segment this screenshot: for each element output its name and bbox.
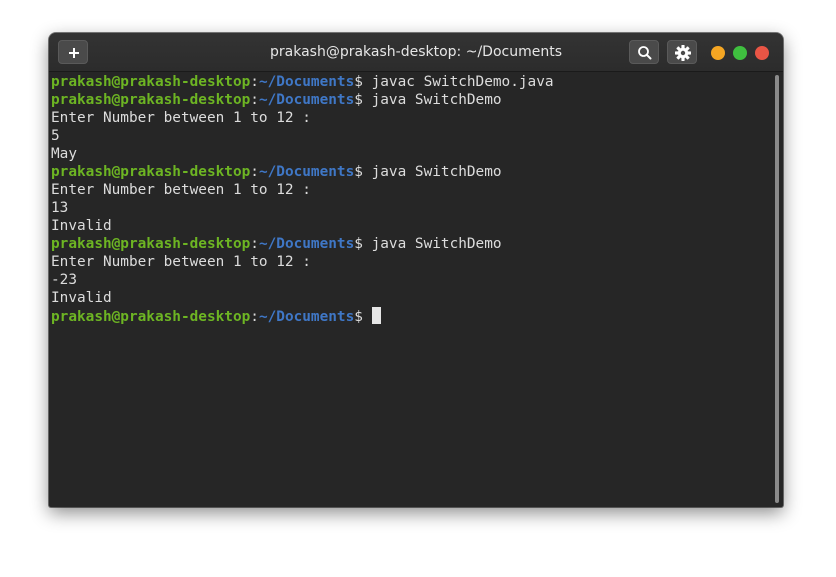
prompt-colon: : — [250, 236, 259, 252]
prompt-colon: : — [250, 309, 259, 325]
prompt-path: ~/Documents — [258, 309, 355, 325]
search-icon — [638, 46, 652, 60]
output-line: Invalid — [51, 290, 112, 306]
prompt-path: ~/Documents — [258, 164, 355, 180]
prompt-dollar: $ — [354, 236, 372, 252]
output-line: Enter Number between 1 to 12 : — [51, 182, 311, 198]
new-tab-button[interactable] — [58, 40, 88, 64]
prompt-dollar: $ — [354, 74, 372, 90]
gear-icon — [675, 45, 691, 61]
prompt-path: ~/Documents — [258, 236, 355, 252]
prompt-path: ~/Documents — [258, 92, 355, 108]
prompt-user: prakash@prakash-desktop — [51, 236, 251, 252]
plus-icon — [69, 48, 79, 58]
terminal-window: prakash@prakash-desktop: ~/Documents pra… — [49, 33, 783, 507]
command-text: java SwitchDemo — [371, 236, 502, 252]
prompt-line: prakash@prakash-desktop:~/Documents$ jav… — [51, 235, 771, 253]
text-cursor — [371, 307, 381, 324]
prompt-dollar: $ — [354, 92, 372, 108]
command-text: java SwitchDemo — [371, 92, 502, 108]
prompt-line: prakash@prakash-desktop:~/Documents$ jav… — [51, 73, 771, 91]
command-text: javac SwitchDemo.java — [371, 74, 554, 90]
menu-button[interactable] — [667, 40, 697, 64]
output-line: Invalid — [51, 218, 112, 234]
maximize-button[interactable] — [733, 46, 747, 60]
output-line: Enter Number between 1 to 12 : — [51, 254, 311, 270]
output-line: Enter Number between 1 to 12 : — [51, 110, 311, 126]
prompt-path: ~/Documents — [258, 74, 355, 90]
prompt-colon: : — [250, 74, 259, 90]
output-line: 13 — [51, 200, 69, 216]
output-line: May — [51, 146, 77, 162]
minimize-button[interactable] — [711, 46, 725, 60]
prompt-line: prakash@prakash-desktop:~/Documents$ — [51, 307, 771, 325]
search-button[interactable] — [629, 40, 659, 64]
terminal-output[interactable]: prakash@prakash-desktop:~/Documents$ jav… — [51, 73, 771, 503]
prompt-line: prakash@prakash-desktop:~/Documents$ jav… — [51, 91, 771, 109]
scrollbar[interactable] — [775, 75, 779, 503]
prompt-user: prakash@prakash-desktop — [51, 309, 251, 325]
prompt-user: prakash@prakash-desktop — [51, 92, 251, 108]
prompt-user: prakash@prakash-desktop — [51, 164, 251, 180]
command-text: java SwitchDemo — [371, 164, 502, 180]
output-line: 5 — [51, 128, 60, 144]
prompt-colon: : — [250, 164, 259, 180]
prompt-dollar: $ — [354, 309, 372, 325]
prompt-colon: : — [250, 92, 259, 108]
title-bar[interactable]: prakash@prakash-desktop: ~/Documents — [49, 33, 783, 72]
prompt-dollar: $ — [354, 164, 372, 180]
prompt-user: prakash@prakash-desktop — [51, 74, 251, 90]
close-button[interactable] — [755, 46, 769, 60]
output-line: -23 — [51, 272, 77, 288]
prompt-line: prakash@prakash-desktop:~/Documents$ jav… — [51, 163, 771, 181]
